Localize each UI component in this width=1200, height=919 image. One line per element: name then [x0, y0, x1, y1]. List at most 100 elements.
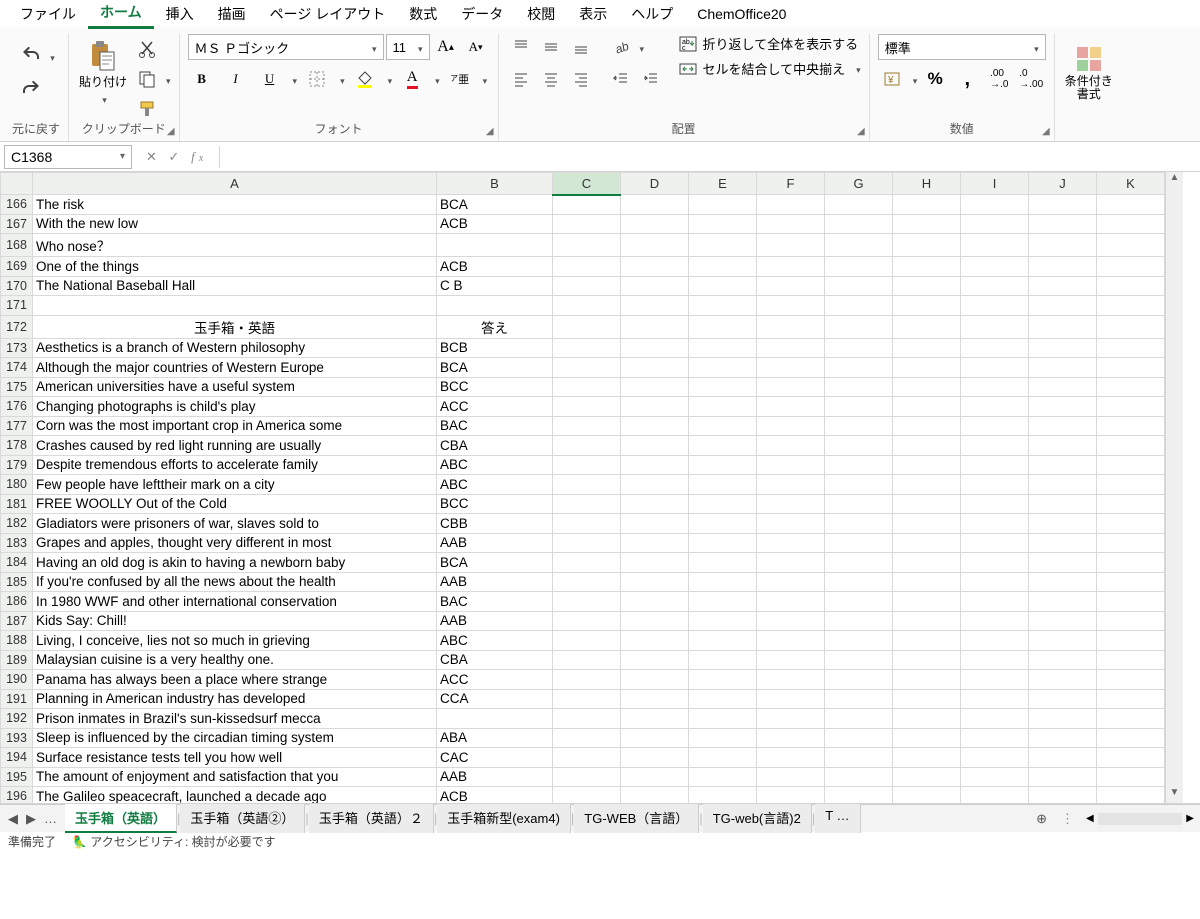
cell[interactable] [689, 533, 757, 553]
cell[interactable]: With the new low [33, 214, 437, 234]
cell[interactable] [1029, 553, 1097, 573]
cell[interactable] [553, 787, 621, 805]
copy-button[interactable] [133, 66, 161, 92]
cell[interactable]: AAB [437, 767, 553, 787]
cell[interactable] [621, 611, 689, 631]
cell[interactable] [825, 214, 893, 234]
cell[interactable] [621, 650, 689, 670]
cell[interactable] [825, 234, 893, 257]
row-header[interactable]: 177 [1, 416, 33, 436]
cell[interactable]: AAB [437, 611, 553, 631]
cell[interactable] [825, 338, 893, 358]
cell[interactable] [621, 748, 689, 768]
menu-データ[interactable]: データ [449, 0, 515, 28]
cell[interactable] [689, 767, 757, 787]
cell[interactable] [757, 377, 825, 397]
font-color-button[interactable]: A [398, 66, 426, 92]
table-row[interactable]: 193Sleep is influenced by the circadian … [1, 728, 1165, 748]
cell[interactable] [893, 195, 961, 215]
table-row[interactable]: 190Panama has always been a place where … [1, 670, 1165, 690]
row-header[interactable]: 189 [1, 650, 33, 670]
cell[interactable] [961, 728, 1029, 748]
sheet-tab[interactable]: 玉手箱（英語） [65, 804, 177, 833]
cell[interactable]: Sleep is influenced by the circadian tim… [33, 728, 437, 748]
cut-button[interactable] [133, 36, 161, 62]
cell[interactable] [621, 572, 689, 592]
row-header[interactable]: 196 [1, 787, 33, 805]
cell[interactable] [1097, 475, 1165, 495]
cell[interactable] [961, 572, 1029, 592]
cell[interactable] [1029, 475, 1097, 495]
cell[interactable]: ACC [437, 397, 553, 417]
horizontal-scrollbar[interactable] [1098, 813, 1183, 825]
cell[interactable] [757, 455, 825, 475]
cell[interactable] [689, 494, 757, 514]
cell[interactable] [893, 767, 961, 787]
cell[interactable] [825, 611, 893, 631]
cell[interactable] [1097, 257, 1165, 277]
cell[interactable]: BCC [437, 494, 553, 514]
cell[interactable] [1097, 650, 1165, 670]
cell[interactable]: ACC [437, 670, 553, 690]
cell[interactable] [893, 397, 961, 417]
col-header-A[interactable]: A [33, 173, 437, 195]
alignment-launcher[interactable]: ◢ [857, 126, 865, 137]
cell[interactable] [553, 358, 621, 378]
cell[interactable] [689, 257, 757, 277]
cell[interactable] [1029, 748, 1097, 768]
cell[interactable] [961, 257, 1029, 277]
cell[interactable] [893, 631, 961, 651]
cell[interactable]: The amount of enjoyment and satisfaction… [33, 767, 437, 787]
row-header[interactable]: 168 [1, 234, 33, 257]
row-header[interactable]: 182 [1, 514, 33, 534]
redo-button[interactable] [17, 77, 45, 103]
accounting-dropdown[interactable] [910, 72, 918, 87]
cell[interactable] [893, 592, 961, 612]
cell[interactable] [621, 494, 689, 514]
cell[interactable] [825, 475, 893, 495]
cell[interactable]: Malaysian cuisine is a very healthy one. [33, 650, 437, 670]
sheet-tab[interactable]: TG-WEB（言語） [574, 804, 699, 833]
orientation-dropdown[interactable] [637, 40, 645, 55]
table-row[interactable]: 177Corn was the most important crop in A… [1, 416, 1165, 436]
cell[interactable]: CBA [437, 650, 553, 670]
cell[interactable] [553, 214, 621, 234]
phonetic-dropdown[interactable] [480, 72, 488, 87]
cell[interactable] [825, 455, 893, 475]
cell[interactable] [621, 276, 689, 296]
cell[interactable] [1097, 416, 1165, 436]
new-sheet-button[interactable]: ⊕ [1028, 811, 1055, 827]
cell[interactable]: Having an old dog is akin to having a ne… [33, 553, 437, 573]
table-row[interactable]: 187Kids Say: Chill!AAB [1, 611, 1165, 631]
cell[interactable] [1029, 257, 1097, 277]
cell[interactable]: Panama has always been a place where str… [33, 670, 437, 690]
cell[interactable] [1029, 455, 1097, 475]
cell[interactable] [553, 377, 621, 397]
cell[interactable] [757, 748, 825, 768]
cell[interactable] [1097, 728, 1165, 748]
cell[interactable] [1029, 234, 1097, 257]
row-header[interactable]: 190 [1, 670, 33, 690]
orientation-button[interactable]: ab [607, 34, 635, 60]
cell[interactable] [757, 787, 825, 805]
cell[interactable] [893, 416, 961, 436]
row-header[interactable]: 176 [1, 397, 33, 417]
cell[interactable] [757, 475, 825, 495]
table-row[interactable]: 175American universities have a useful s… [1, 377, 1165, 397]
cell[interactable] [689, 377, 757, 397]
cell[interactable] [825, 377, 893, 397]
cell[interactable] [553, 689, 621, 709]
cell[interactable] [689, 338, 757, 358]
cell[interactable] [553, 257, 621, 277]
menu-ファイル[interactable]: ファイル [8, 0, 88, 28]
cell[interactable] [689, 748, 757, 768]
decrease-font-button[interactable]: A▾ [462, 34, 490, 60]
cell[interactable] [553, 494, 621, 514]
cell[interactable] [553, 650, 621, 670]
cell[interactable] [893, 358, 961, 378]
cell[interactable] [689, 296, 757, 316]
cell[interactable]: BCA [437, 358, 553, 378]
cell[interactable] [893, 650, 961, 670]
cell[interactable] [961, 315, 1029, 338]
cell[interactable]: The Galileo speacecraft, launched a deca… [33, 787, 437, 805]
